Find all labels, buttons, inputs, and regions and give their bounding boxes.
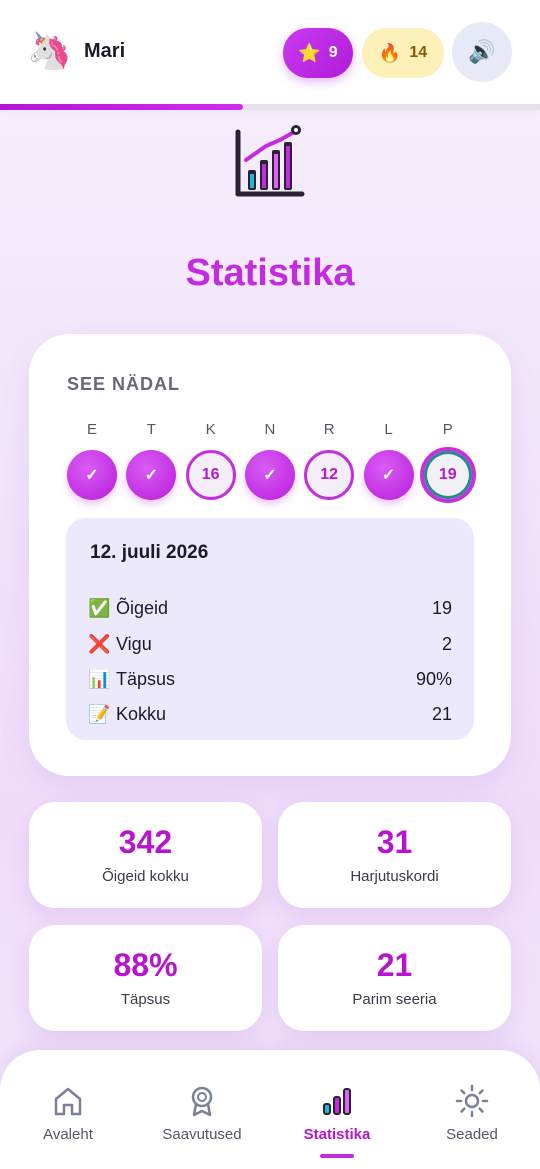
day-complete-badge[interactable]: ✓ (67, 450, 117, 500)
detail-label: Kokku (116, 703, 167, 724)
user-name: Mari (84, 40, 126, 62)
nav-item-settings[interactable]: Seaded (417, 1082, 527, 1143)
nav-label: Seaded (446, 1126, 498, 1143)
day-letter: E (86, 421, 97, 438)
stat-value: 31 (376, 824, 413, 860)
week-day-n[interactable]: N ✓ (244, 421, 295, 500)
stat-label: Harjutuskordi (350, 868, 439, 885)
memo-icon: 📝 (88, 703, 111, 724)
stat-card-total-correct: 342 Õigeid kokku (29, 802, 262, 908)
bar-chart-rising-icon (235, 125, 305, 197)
check-mark-icon: ✅ (88, 597, 111, 618)
sound-toggle-button[interactable]: 🔊 (452, 22, 512, 82)
detail-value: 2 (441, 633, 452, 654)
day-letter: L (384, 421, 393, 438)
nav-label: Avaleht (43, 1126, 93, 1143)
bar-chart-icon (323, 1088, 351, 1115)
day-letter: N (264, 421, 276, 438)
level-progress-fill (0, 104, 243, 110)
day-detail-panel: 12. juuli 2026 ✅ Õigeid 19 ❌ Vigu 2 📊 Täpsu… (66, 518, 474, 740)
speaker-icon: 🔊 (468, 39, 496, 64)
week-day-r[interactable]: R 12 (304, 421, 355, 500)
week-label: SEE NÄDAL (67, 374, 181, 394)
award-icon (191, 1086, 213, 1117)
stat-card-accuracy: 88% Täpsus (29, 925, 262, 1031)
stat-card-best-streak: 21 Parim seeria (278, 925, 511, 1031)
stat-value: 21 (376, 947, 413, 983)
nav-item-home[interactable]: Avaleht (13, 1082, 123, 1143)
day-letter: K (205, 421, 216, 438)
top-bar: 🦄 Mari ⭐ 9 🔥 14 🔊 (0, 0, 540, 106)
stat-label: Täpsus (120, 991, 171, 1008)
detail-row-correct: ✅ Õigeid 19 (88, 594, 452, 622)
level-progress-bar (0, 104, 540, 110)
stat-label: Parim seeria (352, 991, 437, 1008)
detail-label: Vigu (116, 633, 152, 654)
day-count-badge[interactable]: 16 (185, 450, 236, 500)
week-day-p[interactable]: P 19 (419, 421, 476, 503)
week-day-e[interactable]: E ✓ (67, 422, 117, 500)
week-card: SEE NÄDAL E ✓ T ✓ K 16 N ✓ R 12 L ✓ P 19 12. juuli 20… (29, 334, 511, 776)
bar-chart-icon: 📊 (88, 668, 111, 689)
home-icon (54, 1087, 82, 1116)
stat-label: Õigeid kokku (102, 868, 189, 885)
day-count-badge[interactable]: 19 (419, 447, 476, 503)
detail-row-errors: ❌ Vigu 2 (88, 630, 452, 658)
week-day-k[interactable]: K 16 (185, 421, 236, 500)
day-letter: P (442, 421, 453, 438)
day-count-badge[interactable]: 12 (304, 450, 355, 500)
stat-card-sessions: 31 Harjutuskordi (278, 802, 511, 908)
stars-badge[interactable]: ⭐ 9 (283, 28, 353, 78)
day-letter: T (146, 421, 156, 438)
day-complete-badge[interactable]: ✓ (363, 450, 414, 500)
sun-gear-icon (455, 1084, 489, 1118)
cross-mark-icon: ❌ (88, 633, 111, 654)
detail-row-total: 📝 Kokku 21 (88, 700, 452, 728)
detail-label: Täpsus (116, 668, 176, 689)
detail-date: 12. juuli 2026 (90, 542, 209, 563)
week-day-t[interactable]: T ✓ (126, 421, 177, 500)
detail-value: 21 (431, 703, 452, 724)
detail-label: Õigeid (116, 597, 169, 618)
day-complete-badge[interactable]: ✓ (244, 450, 295, 500)
day-complete-badge[interactable]: ✓ (126, 450, 177, 500)
flame-icon: 🔥 (378, 43, 402, 63)
detail-row-accuracy: 📊 Täpsus 90% (88, 665, 452, 693)
streak-count: 14 (409, 44, 428, 61)
star-icon: ⭐ (298, 43, 321, 63)
stat-value: 88% (113, 947, 178, 983)
active-tab-indicator (320, 1154, 354, 1158)
stars-count: 9 (328, 44, 338, 61)
nav-item-statistics[interactable]: Statistika (282, 1082, 392, 1158)
detail-value: 19 (431, 597, 452, 618)
nav-label: Saavutused (162, 1126, 242, 1143)
bottom-nav: Avaleht Saavutused Statistika Seaded (0, 1050, 540, 1169)
week-day-l[interactable]: L ✓ (363, 421, 414, 500)
page-title: Statistika (185, 252, 355, 294)
stat-value: 342 (118, 824, 173, 860)
streak-badge[interactable]: 🔥 14 (362, 28, 444, 78)
day-letter: R (323, 421, 335, 438)
avatar[interactable]: 🦄 (27, 32, 72, 72)
nav-item-achievements[interactable]: Saavutused (147, 1082, 257, 1143)
detail-value: 90% (415, 668, 452, 689)
nav-label: Statistika (303, 1126, 371, 1143)
